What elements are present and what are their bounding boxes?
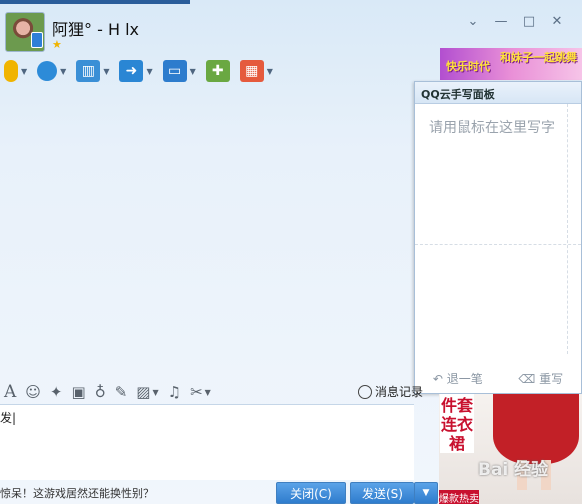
ad-dress-image: [493, 394, 579, 464]
font-icon[interactable]: A: [4, 382, 16, 402]
rewrite-button[interactable]: ⌫ 重写: [518, 370, 563, 387]
bottom-bar: 惊呆！这游戏居然还能换性别？ 关闭(C) 发送(S) ▼: [0, 480, 440, 504]
window-controls: ⌄ — □ ✕: [466, 14, 564, 29]
message-record-button[interactable]: 消息记录: [358, 383, 423, 400]
ad-banner-side[interactable]: 件套连衣裙 爆款热卖: [439, 394, 582, 504]
rewrite-label: 重写: [539, 371, 564, 386]
send-button[interactable]: 发送(S): [350, 482, 414, 504]
remote-desktop-button[interactable]: ▭ ▼: [162, 60, 196, 82]
message-input[interactable]: 发|: [0, 404, 414, 480]
handwriting-canvas[interactable]: 请用鼠标在这里写字: [415, 104, 581, 364]
star-icon[interactable]: ★: [52, 38, 62, 51]
mobile-online-icon: [31, 32, 43, 48]
guide-line-vertical: [567, 104, 568, 354]
handwriting-panel-title: QQ云手写面板: [415, 82, 581, 104]
screen-share-icon: ▥: [76, 60, 101, 82]
chevron-down-icon[interactable]: ▼: [103, 67, 109, 76]
shake-icon[interactable]: ▣: [72, 383, 86, 401]
clock-icon: [358, 384, 372, 399]
video-call-button[interactable]: ▼: [37, 61, 66, 81]
chevron-down-icon[interactable]: ▼: [146, 67, 152, 76]
create-discussion-button[interactable]: ✚: [205, 60, 230, 82]
transfer-file-button[interactable]: ➜ ▼: [119, 60, 153, 82]
apps-icon: ▦: [239, 60, 264, 82]
chevron-down-icon[interactable]: ▼: [205, 388, 211, 397]
ad-top-text-right: 和妹子一起跳舞: [500, 51, 577, 64]
maximize-icon[interactable]: □: [522, 14, 536, 29]
close-icon[interactable]: ✕: [550, 14, 564, 29]
chevron-down-icon[interactable]: ▼: [190, 67, 196, 76]
chevron-down-icon[interactable]: ▼: [152, 388, 158, 397]
undo-stroke-button[interactable]: ↶ 退一笔: [433, 370, 483, 387]
note-icon[interactable]: ✎: [115, 383, 128, 401]
handwriting-actions: ↶ 退一笔 ⌫ 重写: [415, 364, 581, 392]
microphone-icon: [4, 60, 18, 82]
chevron-down-icon[interactable]: ▼: [60, 67, 66, 76]
send-options-button[interactable]: ▼: [414, 482, 438, 504]
chevron-down-icon: ▼: [422, 488, 430, 498]
voice-message-icon[interactable]: ♁: [95, 383, 106, 401]
remote-desktop-icon: ▭: [162, 60, 187, 82]
undo-icon: ↶: [432, 371, 443, 386]
transfer-file-icon: ➜: [119, 60, 144, 82]
guide-line-horizontal: [415, 244, 581, 245]
undo-stroke-label: 退一笔: [446, 371, 483, 386]
message-input-text: 发|: [0, 411, 17, 425]
emoji-icon[interactable]: ☺: [25, 383, 41, 401]
apps-button[interactable]: ▦ ▼: [239, 60, 273, 82]
image-icon[interactable]: ▨: [136, 383, 150, 401]
handwriting-panel: QQ云手写面板 请用鼠标在这里写字 ↶ 退一笔 ⌫ 重写: [414, 81, 582, 394]
watermark: Bai 经验: [478, 460, 549, 480]
chevron-down-icon[interactable]: ▼: [21, 67, 27, 76]
ad-top-text-left: 快乐时代: [446, 60, 490, 73]
screen-share-button[interactable]: ▥ ▼: [76, 60, 109, 82]
ad-banner-top[interactable]: 快乐时代 和妹子一起跳舞: [440, 48, 582, 80]
music-icon[interactable]: ♫: [168, 383, 181, 401]
close-button[interactable]: 关闭(C): [276, 482, 346, 504]
chat-toolbar: ▼ ▼ ▥ ▼ ➜ ▼ ▭ ▼ ✚ ▦ ▼: [4, 56, 273, 86]
contact-name[interactable]: 阿狸° - H lx: [52, 16, 139, 40]
message-record-label: 消息记录: [375, 385, 424, 399]
magic-icon[interactable]: ✦: [50, 383, 63, 401]
ad-tip-link[interactable]: 惊呆！这游戏居然还能换性别？: [0, 485, 154, 501]
chat-header: 阿狸° - H lx ★ ⌄ — □ ✕: [0, 4, 582, 52]
voice-call-button[interactable]: ▼: [4, 60, 27, 82]
eraser-icon: ⌫: [518, 371, 536, 386]
format-toolbar: A ☺ ✦ ▣ ♁ ✎ ▨ ▼ ♫ ✂ ▼: [0, 380, 414, 404]
webcam-icon: [37, 61, 58, 81]
ad-side-text: 件套连衣裙: [440, 394, 474, 453]
chevron-down-icon[interactable]: ⌄: [466, 14, 480, 29]
chevron-down-icon[interactable]: ▼: [267, 67, 273, 76]
create-discussion-icon: ✚: [205, 60, 230, 82]
ad-side-tag: 爆款热卖: [439, 490, 479, 504]
minimize-icon[interactable]: —: [494, 14, 508, 29]
screenshot-icon[interactable]: ✂: [190, 383, 203, 401]
handwriting-placeholder: 请用鼠标在这里写字: [429, 120, 555, 136]
